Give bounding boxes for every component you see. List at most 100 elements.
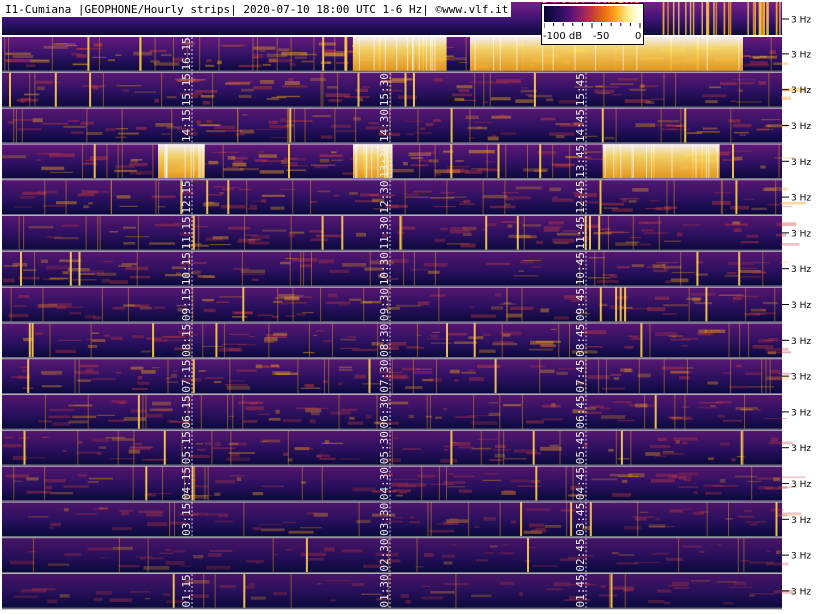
strip-10-patch (751, 271, 767, 274)
strip-6-patch (698, 406, 718, 409)
strip-15-impulse (474, 72, 476, 107)
strip-7-patch (272, 371, 291, 375)
strip-5-impulse (211, 430, 213, 465)
strip-2-patch (165, 561, 185, 566)
strip-6-patch (349, 416, 355, 420)
strip-1-patch (163, 593, 170, 596)
strip-12-impulse (158, 180, 160, 214)
strip-6-patch (455, 416, 476, 418)
strip-6-patch (108, 419, 125, 422)
strip-6-patch (408, 414, 414, 419)
strip-6-impulse (338, 395, 340, 429)
strip-13-impulse (288, 144, 290, 179)
strip-13-patch (50, 171, 73, 173)
strip-12-patch (490, 205, 516, 209)
strip-15-patch (645, 100, 655, 104)
strip-9-impulse (320, 287, 322, 322)
strip-14-patch (196, 120, 201, 125)
strip-10-patch (427, 270, 440, 274)
strip-11-patch (733, 228, 742, 232)
strip-4-patch (612, 493, 631, 497)
strip-6-impulse (87, 395, 89, 429)
strip-10-patch (662, 263, 667, 266)
strip-16-impulse (173, 37, 174, 71)
strip-10-patch (588, 277, 610, 279)
strip-8-patch (478, 349, 496, 353)
strip-14-impulse (469, 108, 471, 143)
strip-10-patch (664, 267, 669, 271)
strip-13-patch (258, 154, 278, 158)
strip-9-patch (760, 308, 766, 312)
strip-6-time-label-0645: 06:45 (574, 395, 587, 428)
strip-11-frequency-label: 3 Hz (791, 229, 811, 239)
strip-16-saturated-line (412, 37, 413, 71)
strip-4-patch (236, 477, 242, 482)
strip-11-impulse (99, 216, 101, 250)
strip-16-patch (773, 62, 788, 66)
strip-15-patch (355, 88, 369, 92)
strip-4-impulse (204, 466, 206, 501)
strip-7-impulse (328, 359, 330, 393)
strip-13-saturated-line (646, 144, 647, 179)
strip-15-patch (284, 81, 300, 85)
strip-9-patch (491, 306, 503, 310)
strip-5-patch (134, 442, 142, 446)
strip-14-patch (465, 115, 479, 120)
strip-5-impulse (230, 430, 232, 465)
spectrogram-page: 16:15 3 Hz 15:15 15:30 15:45 3 Hz 14:15 14:30 14… (0, 0, 820, 614)
strip-6-patch (723, 419, 742, 422)
strip-1-patch (748, 593, 774, 595)
strip-4-patch (77, 474, 88, 477)
strip-6-patch (425, 415, 433, 418)
strip-6-patch (158, 409, 170, 412)
strip-3-patch (299, 527, 322, 529)
strip-11-patch (604, 231, 625, 233)
strip-2-patch (193, 555, 204, 559)
strip-16-patch (30, 59, 50, 62)
strip-5-patch (298, 447, 314, 450)
strip-5-impulse (287, 430, 289, 465)
strip-10-patch (197, 275, 215, 278)
strip-6-patch (347, 421, 363, 425)
strip-3-patch (192, 512, 208, 516)
strip-12-patch (83, 205, 89, 208)
strip-14-patch (425, 122, 434, 126)
strip-4-frequency-label: 3 Hz (791, 480, 811, 490)
strip-9-impulse (619, 287, 622, 322)
strip-3-patch (206, 513, 220, 516)
strip-13-patch (446, 168, 465, 173)
strip-6-time-label-0630: 06:30 (378, 395, 391, 428)
strip-9-impulse (745, 287, 747, 322)
strip-4-patch (50, 492, 73, 495)
strip-10-patch (670, 278, 689, 283)
strip-5-patch (2, 444, 22, 448)
strip-6-time-label-0615: 06:15 (180, 395, 193, 428)
strip-14-patch (555, 135, 565, 139)
strip-9-patch (202, 298, 214, 302)
strip-10-patch (2, 278, 15, 283)
strip-5-patch (317, 454, 331, 457)
strip-12-patch (220, 204, 246, 209)
strip-2-patch (616, 562, 640, 565)
strip-2-patch (245, 560, 264, 563)
strip-4-patch (352, 487, 376, 492)
strip-11-patch (262, 229, 287, 232)
strip-5-impulse (532, 430, 535, 465)
strip-11-impulse (632, 216, 634, 250)
strip-12-patch (663, 206, 678, 210)
strip-2-impulse (678, 538, 680, 572)
strip-11-time-label-1130: 11:30 (378, 216, 391, 249)
strip-5-patch (662, 451, 674, 453)
strip-2-patch (532, 565, 558, 567)
strip-11-impulse (290, 216, 292, 250)
strip-9-patch (495, 293, 501, 297)
strip-7-impulse (27, 359, 30, 393)
strip-14-patch (135, 126, 147, 130)
strip-4-patch (87, 481, 99, 483)
strip-16-patch (133, 51, 153, 56)
strip-13-patch (289, 162, 298, 166)
strip-6-patch (443, 408, 448, 411)
strip-3-patch (748, 523, 758, 526)
strip-12-patch (317, 190, 331, 193)
strip-15-patch (496, 79, 522, 83)
